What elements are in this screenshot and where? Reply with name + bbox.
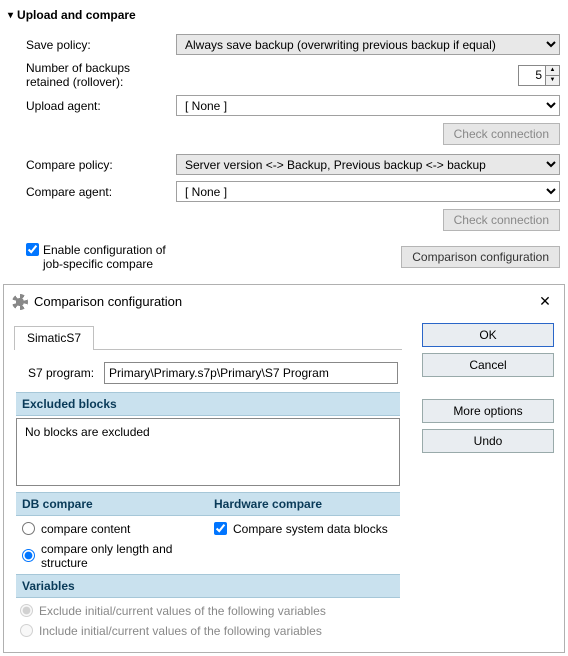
close-icon[interactable]: ✕ (534, 291, 556, 313)
db-compare-content-radio[interactable] (22, 522, 35, 535)
save-policy-label: Save policy: (26, 38, 176, 52)
vars-include-radio (20, 624, 33, 637)
db-compare-content-label: compare content (41, 522, 130, 536)
backup-count-label: Number of backups retained (rollover): (26, 61, 176, 89)
vars-include-label: Include initial/current values of the fo… (39, 624, 322, 638)
vars-exclude-label: Exclude initial/current values of the fo… (39, 604, 326, 618)
check-connection-compare-button[interactable]: Check connection (443, 209, 560, 231)
save-policy-select[interactable]: Always save backup (overwriting previous… (176, 34, 560, 55)
compare-policy-select[interactable]: Server version <-> Backup, Previous back… (176, 154, 560, 175)
tab-simatics7[interactable]: SimaticS7 (14, 326, 94, 350)
s7-program-input[interactable] (104, 362, 398, 384)
ok-button[interactable]: OK (422, 323, 554, 347)
comparison-config-dialog: Comparison configuration ✕ SimaticS7 S7 … (3, 284, 565, 653)
enable-config-checkbox[interactable] (26, 243, 39, 256)
excluded-blocks-box[interactable]: No blocks are excluded (16, 418, 400, 486)
hw-compare-checkbox[interactable] (214, 522, 227, 535)
excluded-blocks-text: No blocks are excluded (25, 425, 150, 439)
compare-agent-select[interactable]: [ None ] (176, 181, 560, 202)
compare-agent-label: Compare agent: (26, 185, 176, 199)
s7-program-label: S7 program: (28, 366, 94, 380)
section-title: Upload and compare (17, 8, 136, 22)
check-connection-upload-button[interactable]: Check connection (443, 123, 560, 145)
band-excluded-blocks: Excluded blocks (16, 392, 400, 416)
more-options-button[interactable]: More options (422, 399, 554, 423)
band-db-compare: DB compare (16, 492, 208, 516)
spinner-up[interactable]: ▲ (546, 66, 559, 76)
enable-config-label: Enable configuration of job-specific com… (43, 243, 183, 272)
chevron-down-icon: ▾ (8, 10, 13, 21)
hw-compare-label: Compare system data blocks (233, 522, 388, 536)
compare-policy-label: Compare policy: (26, 158, 176, 172)
cancel-button[interactable]: Cancel (422, 353, 554, 377)
backup-count-input[interactable] (518, 65, 546, 86)
upload-agent-select[interactable]: [ None ] (176, 95, 560, 116)
vars-exclude-radio (20, 604, 33, 617)
upload-agent-label: Upload agent: (26, 99, 176, 113)
band-variables: Variables (16, 574, 400, 598)
undo-button[interactable]: Undo (422, 429, 554, 453)
spinner-down[interactable]: ▼ (546, 76, 559, 85)
band-hw-compare: Hardware compare (208, 492, 400, 516)
db-compare-length-radio[interactable] (22, 549, 35, 562)
comparison-config-button[interactable]: Comparison configuration (401, 246, 560, 268)
gear-icon (12, 294, 28, 310)
dialog-title: Comparison configuration (34, 294, 182, 309)
db-compare-length-label: compare only length and structure (41, 542, 202, 570)
section-header[interactable]: ▾ Upload and compare (8, 4, 560, 31)
